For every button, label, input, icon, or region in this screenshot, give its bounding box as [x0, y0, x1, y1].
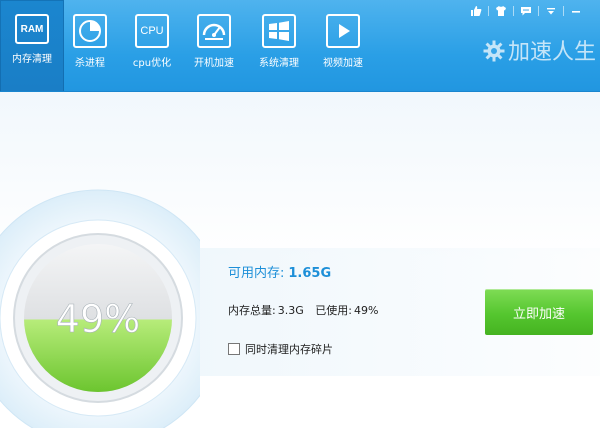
shirt-icon[interactable] — [489, 4, 513, 18]
chat-icon[interactable] — [514, 4, 538, 18]
available-value: 1.65G — [288, 266, 332, 281]
ram-icon: RAM — [15, 14, 49, 44]
minimize-icon[interactable] — [564, 4, 588, 18]
windows-logo-icon — [262, 14, 296, 48]
gauge-percent: 49% — [56, 297, 140, 341]
used-value: 49% — [353, 304, 379, 317]
memory-gauge: 49% — [0, 189, 200, 428]
defrag-option[interactable]: 同时清理内存碎片 — [228, 341, 333, 357]
tool-label: 内存清理 — [12, 54, 52, 65]
available-label: 可用内存: — [228, 266, 285, 281]
speedometer-icon — [197, 14, 231, 48]
tool-label: 杀进程 — [75, 58, 105, 69]
available-memory: 可用内存: 1.65G — [228, 262, 331, 281]
defrag-label: 同时清理内存碎片 — [245, 343, 333, 356]
speedup-button[interactable]: 立即加速 — [485, 289, 593, 335]
thumbs-up-icon[interactable] — [464, 4, 488, 18]
main-toolbar: RAM 内存清理 杀进程 CPU cpu优化 开机加速 系统清理 视频加速 加速… — [0, 0, 600, 92]
memory-stats: 内存总量: 3.3G 已使用: 49% — [228, 302, 380, 318]
tool-system-clean[interactable]: 系统清理 — [247, 14, 311, 70]
tool-label: 系统清理 — [259, 58, 299, 69]
dropdown-icon[interactable] — [539, 4, 563, 18]
used-label: 已使用: — [315, 304, 352, 317]
gear-icon — [483, 40, 505, 66]
tool-boot-speedup[interactable]: 开机加速 — [182, 14, 246, 70]
tool-kill-process[interactable]: 杀进程 — [58, 14, 122, 70]
total-value: 3.3G — [277, 304, 304, 317]
pie-chart-icon — [73, 14, 107, 48]
total-label: 内存总量: — [228, 304, 276, 317]
brand-logo: 加速人生 — [483, 40, 596, 66]
app-window: RAM 内存清理 杀进程 CPU cpu优化 开机加速 系统清理 视频加速 加速… — [0, 0, 600, 428]
tool-label: cpu优化 — [132, 58, 172, 69]
brand-text: 加速人生 — [507, 40, 596, 65]
play-icon — [326, 14, 360, 48]
defrag-checkbox[interactable] — [228, 343, 240, 355]
tool-cpu-optimize[interactable]: CPU cpu优化 — [120, 14, 184, 70]
tool-label: 视频加速 — [323, 58, 363, 69]
tool-memory-clean[interactable]: RAM 内存清理 — [0, 0, 64, 92]
tool-video-speedup[interactable]: 视频加速 — [311, 14, 375, 70]
cpu-icon: CPU — [135, 14, 169, 48]
tool-label: 开机加速 — [194, 58, 234, 69]
title-bar-icons — [464, 4, 588, 18]
